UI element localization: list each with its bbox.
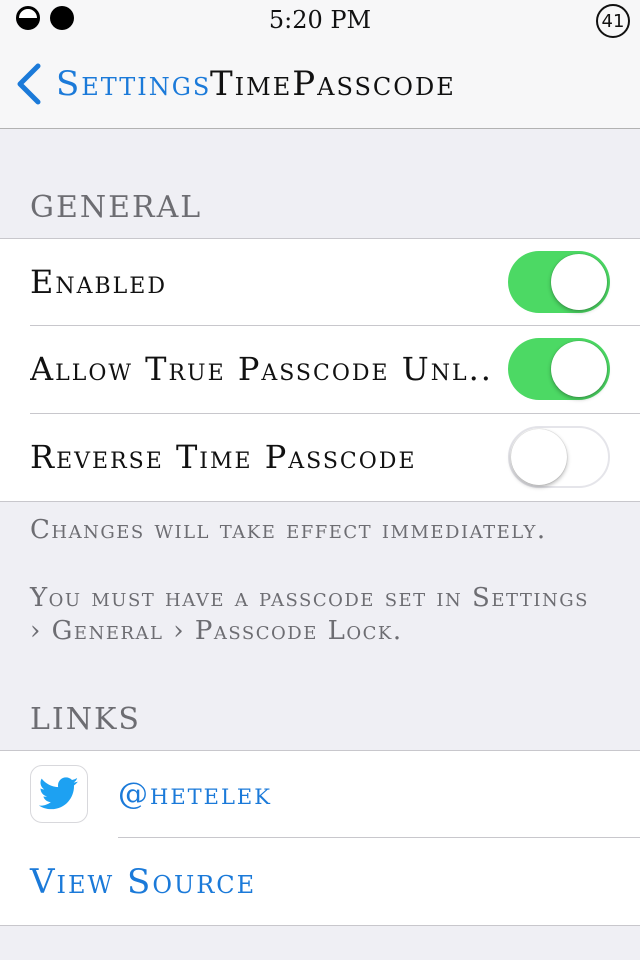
footer-note-passcode: You must have a passcode set in Settings… <box>30 583 589 646</box>
status-time: 5:20 PM <box>268 6 372 34</box>
chevron-left-icon <box>17 63 41 105</box>
page-title: TimePasscode <box>210 64 456 104</box>
links-group: @hetelek View Source <box>0 750 640 926</box>
enabled-toggle[interactable] <box>508 251 610 313</box>
setting-label: Allow True Passcode Unl... <box>30 350 490 388</box>
setting-row-allow-true-passcode: Allow True Passcode Unl... <box>0 326 640 414</box>
view-source-link[interactable]: View Source <box>30 862 256 902</box>
section-header-general: GENERAL <box>30 190 203 225</box>
twitter-bird-icon <box>39 777 79 810</box>
toggle-knob <box>551 341 607 397</box>
setting-label: Reverse Time Passcode <box>30 438 417 476</box>
link-row-view-source[interactable]: View Source <box>0 838 640 925</box>
allow-true-passcode-toggle[interactable] <box>508 338 610 400</box>
toggle-knob <box>551 254 607 310</box>
setting-row-reverse-time-passcode: Reverse Time Passcode <box>0 414 640 501</box>
toggle-knob <box>511 429 567 485</box>
general-group: Enabled Allow True Passcode Unl... Rever… <box>0 238 640 502</box>
setting-label: Enabled <box>30 263 167 301</box>
back-label: Settings <box>56 64 212 104</box>
twitter-handle-link[interactable]: @hetelek <box>118 777 272 812</box>
reverse-time-passcode-toggle[interactable] <box>508 426 610 488</box>
back-button[interactable]: Settings <box>14 62 211 106</box>
twitter-icon-box <box>30 765 88 823</box>
status-bar: 5:20 PM 41 <box>0 0 640 40</box>
navigation-bar: Settings TimePasscode <box>0 40 640 129</box>
footer-note-immediate: Changes will take effect immediately. <box>30 515 547 545</box>
link-row-twitter[interactable]: @hetelek <box>0 751 640 838</box>
section-header-links: LINKS <box>30 702 141 737</box>
battery-badge: 41 <box>596 4 630 38</box>
setting-row-enabled: Enabled <box>0 239 640 326</box>
